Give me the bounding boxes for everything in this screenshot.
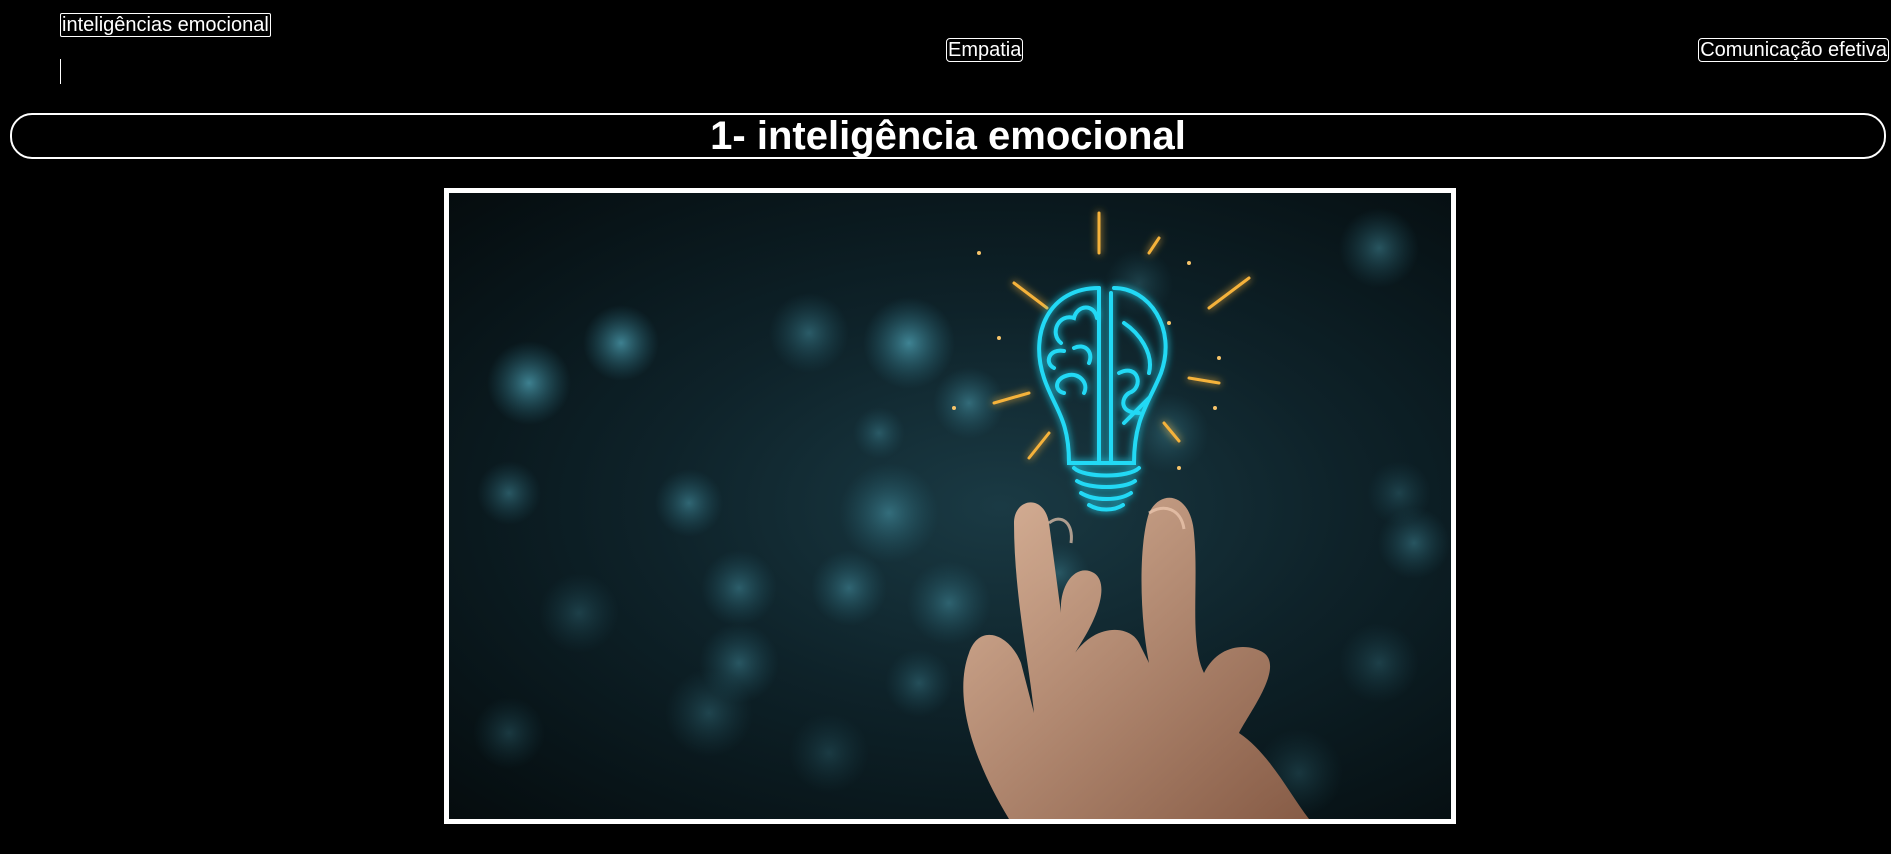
bokeh-background [473, 208, 1450, 817]
lightbulb-brain-illustration [473, 208, 1450, 819]
nav-link-comunicacao-efetiva[interactable]: Comunicação efetiva [1698, 38, 1889, 62]
nav-link-inteligencias-emocional[interactable]: inteligências emocional [60, 13, 271, 37]
hero-image [444, 188, 1456, 824]
page: inteligências emocional Empatia Comunica… [0, 0, 1891, 854]
page-title: 1- inteligência emocional [710, 114, 1186, 158]
hand [963, 497, 1309, 819]
text-cursor [60, 59, 61, 84]
heading-box: 1- inteligência emocional [10, 113, 1886, 159]
lightbulb-icon [1037, 286, 1168, 512]
nav-link-empatia[interactable]: Empatia [946, 38, 1024, 62]
light-rays [992, 211, 1251, 460]
